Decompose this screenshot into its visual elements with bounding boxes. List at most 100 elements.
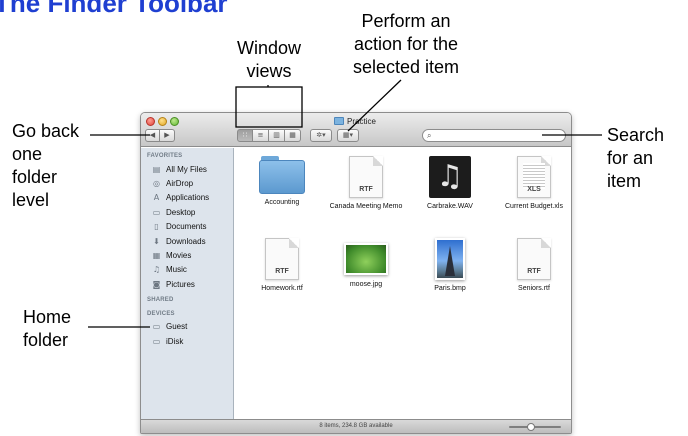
folder-icon xyxy=(334,117,344,125)
sidebar-header-devices: DEVICES xyxy=(147,310,175,317)
annotation-line: folder xyxy=(23,330,69,350)
image-thumbnail-icon xyxy=(344,243,388,275)
sidebar-item-label: Pictures xyxy=(166,279,195,289)
annotation-line: for an xyxy=(607,148,654,168)
file-name: Current Budget.xls xyxy=(505,203,563,210)
finder-window: Practice ◀ ▶ ∷ ≡ ▥ ▦ ✲▾ ▦▾ ⌕ FAVORITES ▤… xyxy=(140,112,572,434)
movies-icon: ▦ xyxy=(152,251,161,261)
sidebar-item-label: Music xyxy=(166,265,187,275)
column-view-button[interactable]: ▥ xyxy=(269,129,285,142)
documents-icon: ▯ xyxy=(154,222,159,232)
window-title: Practice xyxy=(334,115,376,127)
file-name: Seniors.rtf xyxy=(518,285,550,292)
sidebar-item-movies[interactable]: ▦ Movies xyxy=(141,248,233,262)
view-buttons-group: ∷ ≡ ▥ ▦ xyxy=(237,129,301,142)
sidebar-item-applications[interactable]: A Applications xyxy=(141,191,233,205)
annotation-line: Perform an xyxy=(361,11,451,31)
annotation-home-folder: Home folder xyxy=(23,306,71,352)
desktop-icon: ▭ xyxy=(152,207,161,217)
sidebar-item-idisk[interactable]: ▭ iDisk xyxy=(141,334,233,348)
icon-view-button[interactable]: ∷ xyxy=(237,129,253,142)
arrange-group: ▦▾ xyxy=(337,129,359,142)
all-files-icon: ▤ xyxy=(152,164,161,174)
window-title-text: Practice xyxy=(347,116,376,126)
back-forward-group: ◀ ▶ xyxy=(145,129,175,142)
sidebar-item-downloads[interactable]: ⬇ Downloads xyxy=(141,234,233,248)
close-window-button[interactable] xyxy=(146,117,155,126)
file-extension-label: RTF xyxy=(527,268,541,275)
sidebar-item-label: Applications xyxy=(166,193,210,203)
action-group: ✲▾ xyxy=(310,129,332,142)
file-item[interactable]: RTF Seniors.rtf xyxy=(491,238,571,293)
annotation-line: Go back xyxy=(12,121,80,141)
annotation-perform-action: Perform an action for the selected item xyxy=(353,10,459,79)
sidebar-item-label: Downloads xyxy=(166,236,206,246)
search-field[interactable]: ⌕ xyxy=(422,129,566,142)
file-name: Paris.bmp xyxy=(434,285,466,292)
home-icon: ▭ xyxy=(152,322,161,332)
page-heading: The Finder Toolbar xyxy=(0,0,228,18)
annotation-line: level xyxy=(12,190,50,210)
idisk-icon: ▭ xyxy=(152,336,161,346)
image-thumbnail-icon xyxy=(435,238,465,280)
favorites-list: ▤ All My Files ◎ AirDrop A Applications ▭ Deskt… xyxy=(141,162,233,292)
annotation-line: views xyxy=(246,61,292,81)
sidebar-item-airdrop[interactable]: ◎ AirDrop xyxy=(141,176,233,190)
status-bar: 8 items, 234.8 GB available xyxy=(141,419,571,433)
forward-button[interactable]: ▶ xyxy=(160,129,175,142)
file-item[interactable]: XLS Current Budget.xls xyxy=(491,156,571,211)
file-extension-label: RTF xyxy=(275,268,289,275)
file-name: Carbrake.WAV xyxy=(427,203,473,210)
annotation-line: Window xyxy=(237,38,302,58)
sidebar-item-label: Documents xyxy=(166,222,207,232)
list-view-button[interactable]: ≡ xyxy=(253,129,269,142)
file-extension-label: RTF xyxy=(359,186,373,193)
document-icon: RTF xyxy=(265,238,299,280)
annotation-line: Home xyxy=(23,307,72,327)
annotation-line: action for the xyxy=(354,34,459,54)
folder-icon xyxy=(259,156,305,194)
sidebar-item-guest[interactable]: ▭ Guest xyxy=(141,320,233,334)
document-icon: RTF xyxy=(517,238,551,280)
file-name: Homework.rtf xyxy=(261,285,303,292)
sidebar-item-all-my-files[interactable]: ▤ All My Files xyxy=(141,162,233,176)
file-name: Canada Meeting Memo xyxy=(329,203,403,210)
arrange-button[interactable]: ▦▾ xyxy=(337,129,359,142)
search-icon: ⌕ xyxy=(427,130,432,140)
annotation-go-back: Go back one folder level xyxy=(12,120,79,212)
pictures-icon: ◙ xyxy=(152,279,161,289)
file-item[interactable]: moose.jpg xyxy=(323,238,409,289)
coverflow-view-button[interactable]: ▦ xyxy=(285,129,301,142)
file-extension-label: XLS xyxy=(527,186,541,193)
file-area: Accounting RTF Canada Meeting Memo ♫ Carbrak… xyxy=(235,148,571,419)
sidebar-item-documents[interactable]: ▯ Documents xyxy=(141,220,233,234)
music-icon: ♫ xyxy=(152,265,161,275)
sidebar-item-music[interactable]: ♫ Music xyxy=(141,263,233,277)
file-name: moose.jpg xyxy=(349,281,383,288)
action-button[interactable]: ✲▾ xyxy=(310,129,332,142)
file-item[interactable]: RTF Canada Meeting Memo xyxy=(323,156,409,211)
back-button[interactable]: ◀ xyxy=(145,129,160,142)
status-text: 8 items, 234.8 GB available xyxy=(319,423,393,429)
zoom-window-button[interactable] xyxy=(170,117,179,126)
annotation-search: Search for an item xyxy=(607,124,664,193)
sidebar-item-label: iDisk xyxy=(166,336,184,346)
annotation-line: Search xyxy=(607,125,665,145)
sidebar-item-label: Desktop xyxy=(166,207,196,217)
file-item[interactable]: Accounting xyxy=(239,156,325,207)
minimize-window-button[interactable] xyxy=(158,117,167,126)
file-item[interactable]: RTF Homework.rtf xyxy=(239,238,325,293)
file-item[interactable]: Paris.bmp xyxy=(407,238,493,293)
sidebar-item-pictures[interactable]: ◙ Pictures xyxy=(141,277,233,291)
sidebar-item-label: AirDrop xyxy=(166,179,194,189)
finder-toolbar: Practice ◀ ▶ ∷ ≡ ▥ ▦ ✲▾ ▦▾ ⌕ xyxy=(141,113,571,147)
sidebar-item-label: Movies xyxy=(166,251,192,261)
sidebar-item-desktop[interactable]: ▭ Desktop xyxy=(141,205,233,219)
slider-knob[interactable] xyxy=(527,423,535,431)
icon-size-slider[interactable] xyxy=(509,423,561,431)
search-input[interactable] xyxy=(433,130,554,141)
annotation-line: folder xyxy=(12,167,58,187)
devices-list: ▭ Guest ▭ iDisk xyxy=(141,320,233,349)
applications-icon: A xyxy=(153,193,160,203)
file-item[interactable]: ♫ Carbrake.WAV xyxy=(407,156,493,211)
